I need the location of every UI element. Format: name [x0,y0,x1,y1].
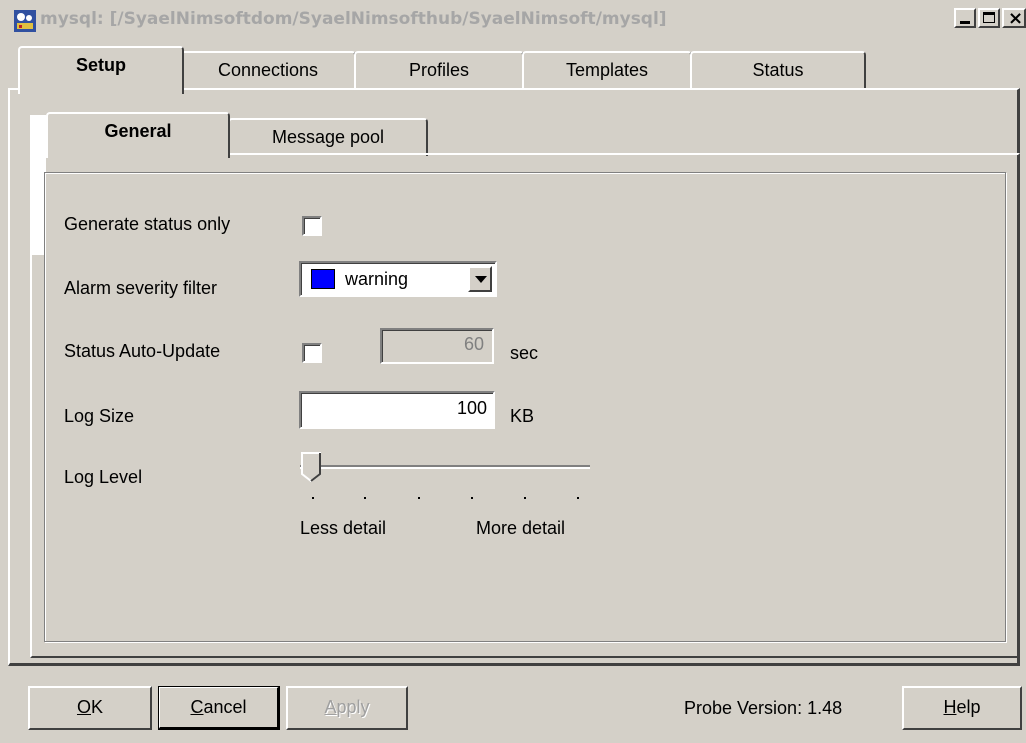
slider-tick [364,497,366,499]
tab-label: Status [752,60,804,80]
log-size-input[interactable]: 100 [299,391,495,429]
slider-tick [418,497,420,499]
tab-label: Connections [217,60,319,80]
close-button[interactable]: × [1002,8,1026,29]
tab-label: Profiles [408,60,470,80]
auto-update-interval-input: 60 [380,328,494,364]
window-title: mysql: [/SyaelNimsoftdom/SyaelNimsofthub… [40,9,667,29]
cancel-label-rest: ancel [203,697,247,717]
apply-label-rest: pply [336,697,370,717]
log-size-unit: KB [510,406,535,426]
log-level-slider-thumb[interactable] [301,452,321,482]
chevron-down-icon[interactable] [468,266,492,292]
probe-version: Probe Version: 1.48 [684,698,843,718]
log-level-more-detail: More detail [476,518,566,538]
generate-status-only-label: Generate status only [64,214,231,234]
slider-tick [524,497,526,499]
subtab-general[interactable]: General [46,112,230,158]
subtab-label: General [104,121,172,141]
cancel-mnemonic: C [190,697,204,717]
cancel-button[interactable]: Cancel [158,686,280,730]
status-auto-update-checkbox[interactable] [302,343,322,363]
maximize-icon [983,12,995,23]
maximize-button[interactable] [978,8,1000,28]
minimize-icon [960,21,970,24]
apply-button[interactable]: Apply [286,686,408,730]
severity-color-swatch [311,269,335,289]
tab-profiles[interactable]: Profiles [354,51,524,89]
alarm-severity-filter-label: Alarm severity filter [64,278,218,298]
ok-button[interactable]: OK [28,686,152,730]
tab-connections[interactable]: Connections [180,51,356,89]
help-label-rest: elp [956,697,981,717]
title-bar: mysql: [/SyaelNimsoftdom/SyaelNimsofthub… [0,0,1026,38]
slider-tick [312,497,314,499]
auto-update-unit: sec [510,343,539,363]
minimize-button[interactable] [954,8,976,28]
log-size-value: 100 [456,398,487,418]
slider-tick [577,497,579,499]
tab-setup[interactable]: Setup [18,46,184,94]
auto-update-interval-value: 60 [463,334,484,354]
tab-status[interactable]: Status [690,51,866,89]
help-mnemonic: H [943,697,957,717]
severity-value: warning [345,269,409,289]
ok-label-rest: K [91,697,104,717]
close-icon: × [1008,8,1024,29]
log-level-label: Log Level [64,467,143,487]
status-auto-update-label: Status Auto-Update [64,341,221,361]
log-level-slider-track[interactable] [300,465,590,469]
slider-tick [471,497,473,499]
generate-status-only-checkbox[interactable] [302,216,322,236]
tab-label: Templates [565,60,649,80]
app-icon [14,10,36,32]
help-button[interactable]: Help [902,686,1022,730]
alarm-severity-dropdown[interactable]: warning [299,261,497,297]
log-size-label: Log Size [64,406,135,426]
ok-mnemonic: O [76,697,91,717]
tab-templates[interactable]: Templates [522,51,692,89]
log-level-less-detail: Less detail [300,518,387,538]
apply-mnemonic: A [324,697,337,717]
tab-label: Setup [75,55,126,75]
